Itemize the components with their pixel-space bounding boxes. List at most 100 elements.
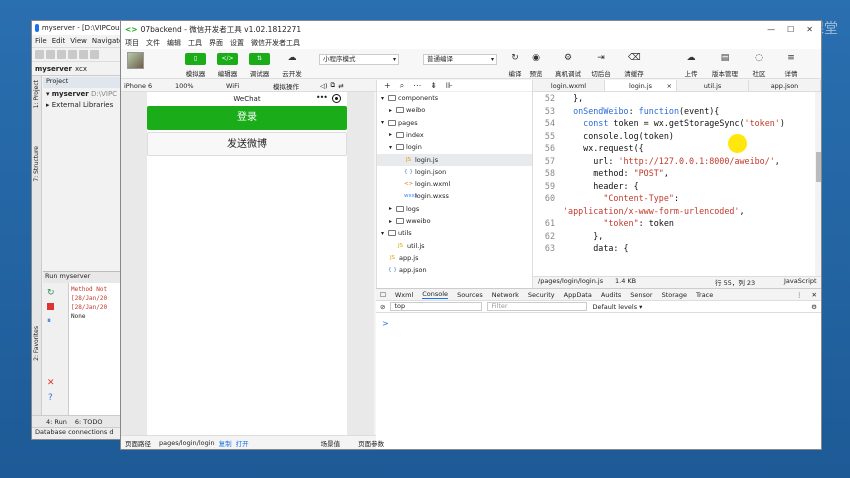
details-icon[interactable]: ≡ bbox=[785, 53, 797, 64]
chevron-down-icon[interactable]: ▾ bbox=[387, 144, 394, 151]
tab-console[interactable]: Console bbox=[422, 290, 449, 299]
project-root[interactable]: ▾ myserver D:\VIPC bbox=[43, 90, 126, 101]
file-tree-item[interactable]: <> login.wxml bbox=[377, 178, 532, 190]
code-line[interactable]: 63 data: { bbox=[533, 242, 815, 254]
split-icon[interactable]: ⊪ bbox=[446, 81, 453, 90]
compile-icon[interactable]: ↻ bbox=[509, 53, 521, 64]
more-options-icon[interactable]: ⋯ bbox=[413, 81, 421, 90]
add-file-icon[interactable]: + bbox=[384, 81, 391, 90]
ide-menu-navigate[interactable]: Navigate bbox=[92, 37, 123, 45]
cloud-icon[interactable]: ☁ bbox=[286, 53, 298, 64]
search-icon[interactable]: ⌕ bbox=[400, 81, 404, 91]
simulator-toggle[interactable]: ▯ bbox=[185, 53, 206, 65]
code-line[interactable]: 55 console.log(token) bbox=[533, 130, 815, 142]
maximize-icon[interactable]: ☐ bbox=[787, 25, 794, 34]
code-line[interactable]: 52 }, bbox=[533, 92, 815, 104]
network-select[interactable]: WiFi bbox=[226, 82, 270, 90]
file-tree-item[interactable]: ▾ components bbox=[377, 92, 532, 104]
ide-menu-edit[interactable]: Edit bbox=[52, 37, 66, 45]
menu-file[interactable]: 文件 bbox=[146, 38, 160, 48]
file-tree-item[interactable]: ▾ pages bbox=[377, 117, 532, 129]
ide-tab-xcx[interactable]: xcx bbox=[75, 65, 87, 73]
code-line[interactable]: 56 wx.request({ bbox=[533, 142, 815, 154]
file-tree-item[interactable]: JS login.js bbox=[377, 153, 532, 166]
sim-popout-icon[interactable]: ⧉ bbox=[331, 81, 336, 90]
close-window-icon[interactable]: ✕ bbox=[806, 25, 813, 34]
debugger-toggle[interactable]: ⇅ bbox=[249, 53, 270, 65]
structure-tool-tab[interactable]: 7: Structure bbox=[33, 146, 40, 182]
close-panel-icon[interactable]: ✕ bbox=[812, 291, 821, 299]
file-tree-item[interactable]: ▾ login bbox=[377, 141, 532, 153]
favorites-tool-tab[interactable]: 2: Favorites bbox=[33, 326, 40, 361]
stop-icon[interactable] bbox=[47, 303, 54, 310]
background-icon[interactable]: ⇥ bbox=[595, 53, 607, 64]
tab-wxml[interactable]: Wxml bbox=[395, 291, 413, 299]
run-tab[interactable]: 4: Run bbox=[46, 418, 67, 426]
preview-icon[interactable]: ◉ bbox=[530, 53, 542, 64]
todo-tab[interactable]: 6: TODO bbox=[75, 418, 103, 426]
file-tree-item[interactable]: ▸ wweibo bbox=[377, 215, 532, 227]
pause-icon[interactable]: ⏸ bbox=[47, 316, 51, 326]
save-icon[interactable] bbox=[46, 50, 55, 59]
log-levels-select[interactable]: Default levels ▾ bbox=[592, 303, 642, 311]
project-tool-tab[interactable]: 1: Project bbox=[33, 80, 40, 108]
file-tree-item[interactable]: ▸ logs bbox=[377, 203, 532, 215]
file-tree-item[interactable]: { } login.json bbox=[377, 166, 532, 178]
code-line[interactable]: 61 "token": token bbox=[533, 217, 815, 229]
file-tree-item[interactable]: wxss login.wxss bbox=[377, 190, 532, 202]
tab-login-js[interactable]: login.js × bbox=[605, 80, 677, 91]
file-tree-item[interactable]: JS app.js bbox=[377, 252, 532, 264]
code-editor[interactable]: login.wxml login.js × util.js app.json 52… bbox=[533, 80, 821, 288]
kebab-menu-icon[interactable]: ⋮ bbox=[796, 291, 803, 299]
tab-security[interactable]: Security bbox=[528, 291, 555, 299]
code-line[interactable]: 62 }, bbox=[533, 230, 815, 242]
tab-appdata[interactable]: AppData bbox=[564, 291, 592, 299]
code-line[interactable]: 'application/x-www-form-urlencoded', bbox=[533, 205, 815, 217]
file-tree-item[interactable]: JS util.js bbox=[377, 240, 532, 252]
console-settings-icon[interactable]: ⚙ bbox=[811, 303, 821, 311]
file-tree-item[interactable]: ▾ utils bbox=[377, 227, 532, 239]
chevron-right-icon[interactable]: ▸ bbox=[387, 205, 394, 212]
tab-network[interactable]: Network bbox=[492, 291, 519, 299]
context-select[interactable]: top bbox=[390, 302, 483, 311]
device-debug-icon[interactable]: ⚙ bbox=[562, 53, 574, 64]
chevron-right-icon[interactable]: ▸ bbox=[387, 131, 394, 138]
menu-interface[interactable]: 界面 bbox=[209, 38, 223, 48]
device-select[interactable]: iPhone 6 bbox=[124, 82, 172, 90]
ide-tab-myserver[interactable]: myserver bbox=[35, 65, 72, 73]
menu-edit[interactable]: 编辑 bbox=[167, 38, 181, 48]
sync-icon[interactable] bbox=[57, 50, 66, 59]
scroll-thumb[interactable] bbox=[816, 152, 821, 182]
upload-icon[interactable]: ☁ bbox=[685, 53, 697, 64]
tab-trace[interactable]: Trace bbox=[696, 291, 713, 299]
ide-menu-view[interactable]: View bbox=[70, 37, 87, 45]
sim-rotate-icon[interactable]: ⇄ bbox=[338, 82, 343, 90]
code-line[interactable]: 59 header: { bbox=[533, 180, 815, 192]
collapse-icon[interactable]: ⇟ bbox=[430, 81, 437, 90]
menu-project[interactable]: 项目 bbox=[125, 38, 139, 48]
copy-link[interactable]: 复制 bbox=[219, 438, 232, 448]
redo-icon[interactable] bbox=[79, 50, 88, 59]
chevron-down-icon[interactable]: ▾ bbox=[379, 119, 386, 126]
code-line[interactable]: 58 method: "POST", bbox=[533, 167, 815, 179]
code-area[interactable]: 52 }, 53 onSendWeibo: function(event){54 … bbox=[533, 92, 815, 276]
editor-toggle[interactable]: </> bbox=[217, 53, 238, 65]
tab-login-wxml[interactable]: login.wxml bbox=[533, 80, 605, 91]
clear-console-icon[interactable]: ⊘ bbox=[380, 303, 385, 311]
menu-tools[interactable]: 工具 bbox=[188, 38, 202, 48]
code-line[interactable]: 54 const token = wx.getStorageSync('toke… bbox=[533, 117, 815, 129]
ide-menu-file[interactable]: File bbox=[35, 37, 47, 45]
open-icon[interactable] bbox=[35, 50, 44, 59]
ide-window[interactable]: myserver - [D:\VIPCours File Edit View N… bbox=[31, 20, 127, 440]
page-params[interactable]: 页面参数 bbox=[358, 438, 384, 448]
mode-select[interactable]: 小程序模式 bbox=[319, 54, 399, 65]
tab-sources[interactable]: Sources bbox=[457, 291, 483, 299]
clear-cache-icon[interactable]: ⌫ bbox=[628, 53, 641, 64]
minimize-icon[interactable]: — bbox=[767, 25, 775, 34]
panel-menu-icon[interactable]: ☐ bbox=[380, 291, 386, 299]
community-icon[interactable]: ◌ bbox=[753, 53, 765, 64]
tab-util-js[interactable]: util.js bbox=[677, 80, 749, 91]
more-icon[interactable]: ••• bbox=[316, 93, 328, 102]
sim-ops-select[interactable]: 模拟操作 bbox=[273, 81, 317, 91]
file-tree-item[interactable]: ▸ index bbox=[377, 129, 532, 141]
